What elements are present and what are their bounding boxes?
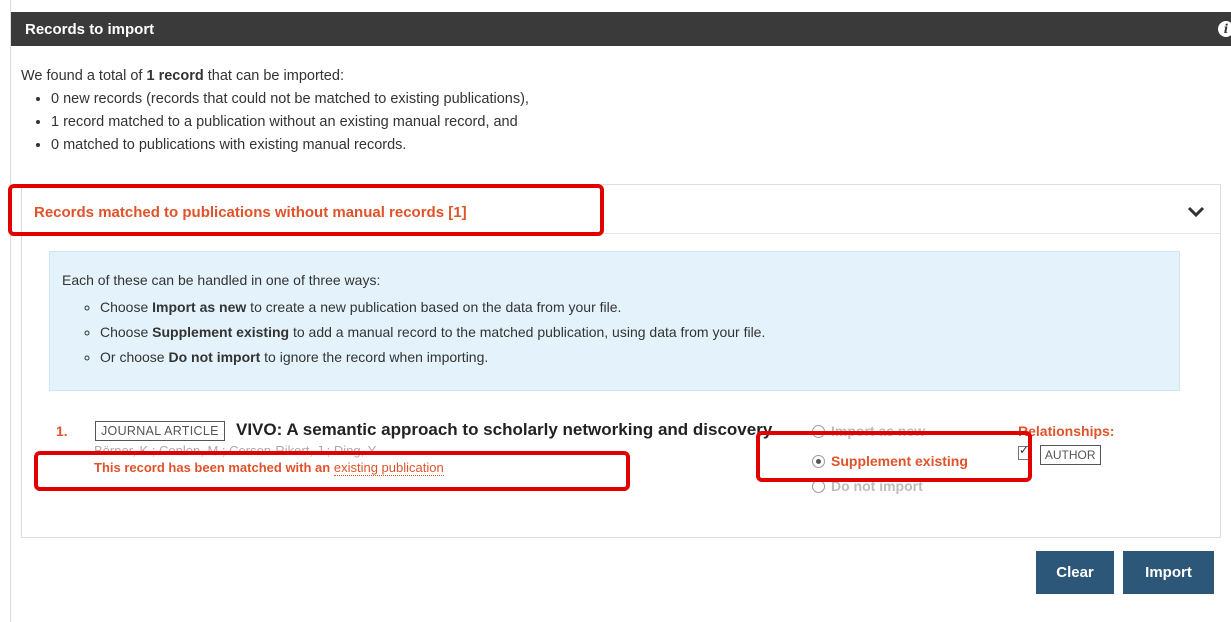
- help-intro: Each of these can be handled in one of t…: [62, 272, 381, 288]
- relationship-row: AUTHOR: [1018, 443, 1114, 465]
- info-icon[interactable]: i: [1218, 21, 1231, 37]
- record-type-badge: JOURNAL ARTICLE: [95, 421, 225, 441]
- record-title: VIVO: A semantic approach to scholarly n…: [236, 420, 773, 439]
- help-item: Choose Supplement existing to add a manu…: [100, 323, 765, 341]
- import-summary: We found a total of 1 record that can be…: [21, 68, 529, 159]
- relationships-label: Relationships:: [1018, 423, 1115, 439]
- panel-title: Records to import: [25, 21, 155, 38]
- highlight-box-match-notice: [34, 451, 630, 491]
- clear-button[interactable]: Clear: [1036, 551, 1114, 594]
- highlight-box-section-title: [8, 184, 604, 236]
- help-item: Choose Import as new to create a new pub…: [100, 298, 765, 316]
- summary-count: 1 record: [146, 68, 204, 84]
- panel-header: Records to import i: [11, 12, 1231, 46]
- relationship-tag: AUTHOR: [1039, 445, 1101, 465]
- summary-intro: We found a total of 1 record that can be…: [21, 68, 344, 84]
- summary-item: 1 record matched to a publication withou…: [51, 113, 529, 132]
- highlight-box-supplement: [756, 431, 1032, 482]
- help-item: Or choose Do not import to ignore the re…: [100, 348, 765, 366]
- help-box: Each of these can be handled in one of t…: [49, 251, 1180, 391]
- help-list: Choose Import as new to create a new pub…: [82, 298, 765, 373]
- summary-list: 0 new records (records that could not be…: [21, 90, 529, 155]
- relationships: Relationships: AUTHOR: [1018, 423, 1114, 465]
- import-button[interactable]: Import: [1123, 551, 1214, 594]
- summary-item: 0 new records (records that could not be…: [51, 90, 529, 109]
- summary-item: 0 matched to publications with existing …: [51, 136, 529, 155]
- chevron-down-icon[interactable]: [1186, 205, 1206, 219]
- record-number: 1.: [56, 423, 68, 439]
